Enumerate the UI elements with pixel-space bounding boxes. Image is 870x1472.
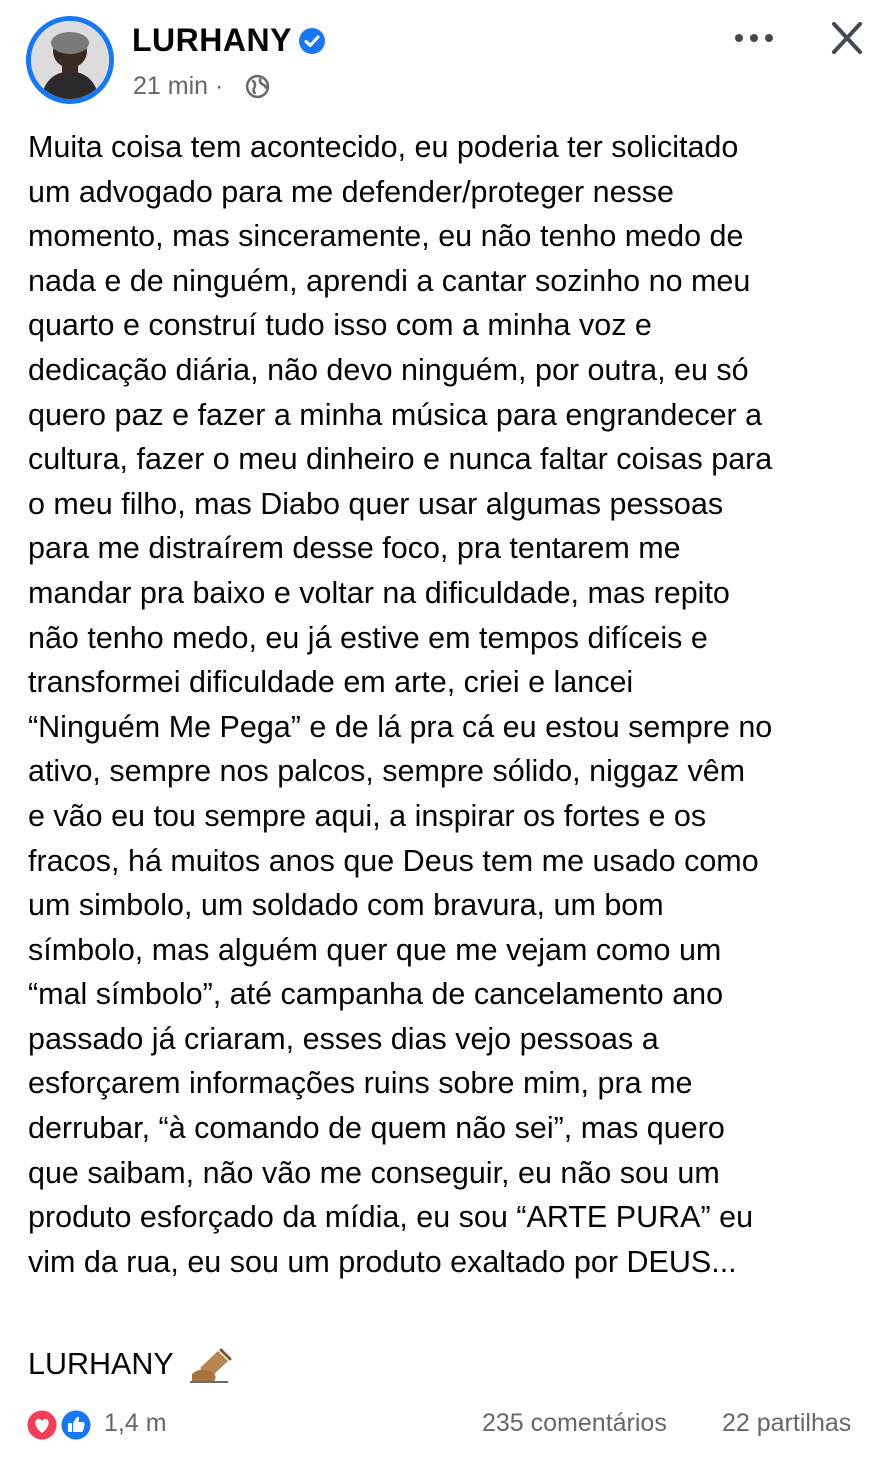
post-text-line: momento, mas sinceramente, eu não tenho … xyxy=(28,219,744,254)
post-text-line: nada e de ninguém, aprendi a cantar sozi… xyxy=(28,263,751,298)
comments-count[interactable]: 235 comentários xyxy=(482,1409,667,1438)
post-text-line: cultura, fazer o meu dinheiro e nunca fa… xyxy=(28,442,773,477)
more-horizontal-icon[interactable] xyxy=(728,20,780,56)
post-text-line: vim da rua, eu sou um produto exaltado p… xyxy=(28,1244,737,1279)
post-meta: 21 min · xyxy=(133,72,223,101)
post-text-line: passado já criaram, esses dias vejo pess… xyxy=(28,1021,659,1056)
post-text-line: mandar pra baixo e voltar na dificuldade… xyxy=(28,575,730,610)
post-text-line: fracos, há muitos anos que Deus tem me u… xyxy=(28,843,759,878)
post-text-line: quarto e construí tudo isso com a minha … xyxy=(28,308,652,343)
post-text-line: “mal símbolo”, até campanha de cancelame… xyxy=(28,977,724,1012)
post-text-line: quero paz e fazer a minha música para en… xyxy=(28,397,763,432)
meta-separator: · xyxy=(215,72,224,100)
post-text-line: o meu filho, mas Diabo quer usar algumas… xyxy=(28,486,724,521)
post-text-line: derrubar, “à comando de quem não sei”, m… xyxy=(28,1111,725,1146)
post-text-line: para me distraírem desse foco, pra tenta… xyxy=(28,531,681,566)
like-reaction-icon[interactable] xyxy=(59,1408,93,1442)
post-text-line: produto esforçado da mídia, eu sou “ARTE… xyxy=(28,1200,754,1235)
author-avatar[interactable] xyxy=(26,16,114,104)
shares-count[interactable]: 22 partilhas xyxy=(722,1409,851,1438)
post-text-line: que saibam, não vão me conseguir, eu não… xyxy=(28,1155,720,1190)
post-text-line: Muita coisa tem acontecido, eu poderia t… xyxy=(28,130,739,164)
post-text-line: “Ninguém Me Pega” e de lá pra cá eu esto… xyxy=(28,709,773,744)
post-text-line: um advogado para me defender/proteger ne… xyxy=(28,174,675,209)
close-icon[interactable] xyxy=(826,14,866,62)
post-text-line: símbolo, mas alguém quer que me vejam co… xyxy=(28,932,722,967)
post-text: Muita coisa tem acontecido, eu poderia t… xyxy=(28,125,870,1284)
post-text-line: ativo, sempre nos palcos, sempre sólido,… xyxy=(28,754,746,789)
verified-badge-icon xyxy=(299,28,325,54)
reaction-count[interactable]: 1,4 m xyxy=(104,1409,167,1438)
post-header: LURHANY 21 min · xyxy=(0,0,870,120)
post-text-line: não tenho medo, eu já estive em tempos d… xyxy=(28,620,708,655)
post-signature: LURHANY xyxy=(28,1342,232,1386)
love-reaction-icon[interactable] xyxy=(25,1408,59,1442)
post-text-line: esforçarem informações ruins sobre mim, … xyxy=(28,1066,693,1101)
reactions-bar: 1,4 m 235 comentários 22 partilhas xyxy=(0,1396,870,1456)
post-time[interactable]: 21 min xyxy=(133,72,208,100)
author-name[interactable]: LURHANY xyxy=(132,22,292,59)
post-text-line: e vão eu tou sempre aqui, a inspirar os … xyxy=(28,798,707,833)
writing-hand-icon xyxy=(189,1348,232,1383)
avatar-photo xyxy=(31,21,109,99)
post-text-line: dedicação diária, não devo ninguém, por … xyxy=(28,352,749,387)
post-text-line: transformei dificuldade em arte, criei e… xyxy=(28,665,634,700)
signature-text: LURHANY xyxy=(28,1347,174,1381)
post-text-line: um simbolo, um soldado com bravura, um b… xyxy=(28,888,664,923)
globe-icon xyxy=(245,74,270,99)
